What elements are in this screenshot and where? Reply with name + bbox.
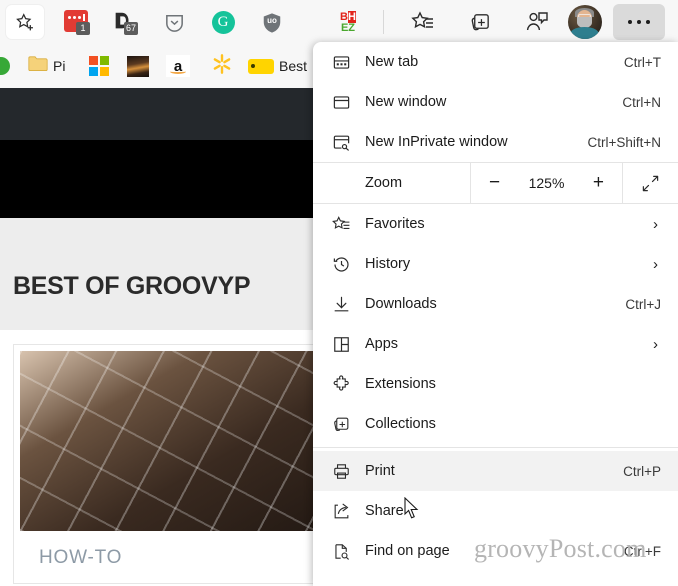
menu-item-collections-label: Collections xyxy=(365,416,436,432)
browser-toolbar: 1 67 G uo BH EZ xyxy=(0,0,678,44)
share-icon xyxy=(326,502,356,521)
photo-thumbnail-icon xyxy=(127,55,149,77)
dashlane-badge-count: 67 xyxy=(124,22,138,35)
downloads-icon xyxy=(326,295,356,314)
apps-icon xyxy=(326,335,356,354)
bookmark-green[interactable] xyxy=(0,52,10,80)
menu-item-extensions-label: Extensions xyxy=(365,376,436,392)
menu-item-downloads[interactable]: Downloads Ctrl+J xyxy=(313,284,678,324)
avatar-body xyxy=(570,27,599,39)
bookmark-walmart[interactable] xyxy=(211,52,233,80)
menu-item-new-window-shortcut: Ctrl+N xyxy=(622,94,661,110)
inprivate-icon xyxy=(326,133,356,152)
zoom-in-button[interactable]: + xyxy=(585,172,611,194)
zoom-controls: − 125% + xyxy=(470,162,623,204)
honey-extension-icon[interactable]: 1 xyxy=(60,6,92,38)
menu-item-new-inprivate-window-label: New InPrivate window xyxy=(365,134,508,150)
favorites-bar-icon[interactable] xyxy=(403,6,443,38)
menu-item-apps-label: Apps xyxy=(365,336,399,352)
profile-icon[interactable] xyxy=(517,6,557,38)
menu-item-print-shortcut: Ctrl+P xyxy=(623,463,661,479)
menu-item-collections[interactable]: Collections xyxy=(313,404,678,444)
menu-item-new-inprivate-window[interactable]: New InPrivate window Ctrl+Shift+N xyxy=(313,122,678,162)
yellow-tag-icon xyxy=(248,58,274,74)
zoom-out-button[interactable]: − xyxy=(482,172,508,194)
menu-item-extensions[interactable]: Extensions xyxy=(313,364,678,404)
mouse-cursor xyxy=(404,496,420,525)
menu-item-favorites-label: Favorites xyxy=(365,216,425,232)
article-category-label: HOW-TO xyxy=(39,547,123,568)
menu-item-new-window[interactable]: New window Ctrl+N xyxy=(313,82,678,122)
star-plus-icon[interactable] xyxy=(6,5,44,39)
new-window-icon xyxy=(326,93,356,112)
green-circle-icon xyxy=(0,57,10,75)
pocket-extension-icon[interactable] xyxy=(158,6,190,38)
menu-item-new-tab-label: New tab xyxy=(365,54,419,70)
collections-icon xyxy=(326,415,356,434)
site-watermark: groovyPost.com xyxy=(474,534,647,563)
menu-item-share[interactable]: Share xyxy=(313,491,678,531)
menu-item-downloads-label: Downloads xyxy=(365,296,437,312)
menu-item-new-tab-shortcut: Ctrl+T xyxy=(623,54,661,70)
bh-photo-extension-icon[interactable]: BH EZ xyxy=(330,6,366,38)
menu-item-downloads-shortcut: Ctrl+J xyxy=(625,296,661,312)
menu-item-print-label: Print xyxy=(365,463,395,479)
grammarly-extension-icon[interactable]: G xyxy=(207,6,239,38)
bookmark-folder-pi[interactable]: Pi xyxy=(28,52,65,80)
browser-window: 1 67 G uo BH EZ Pi a Best BEST OF GROOVY… xyxy=(0,0,678,586)
ellipsis-icon[interactable] xyxy=(613,4,665,40)
extensions-icon xyxy=(326,374,356,394)
chevron-right-icon: › xyxy=(653,255,658,273)
chevron-right-icon: › xyxy=(653,215,658,233)
menu-item-history[interactable]: History › xyxy=(313,244,678,284)
menu-item-new-window-label: New window xyxy=(365,94,447,110)
menu-item-apps[interactable]: Apps › xyxy=(313,324,678,364)
bookmark-amazon[interactable]: a xyxy=(166,52,190,80)
menu-item-history-label: History xyxy=(365,256,411,272)
print-icon xyxy=(326,462,356,481)
bookmark-best-buy[interactable]: Best xyxy=(248,52,307,80)
find-on-page-icon xyxy=(326,542,356,561)
chevron-right-icon: › xyxy=(653,335,658,353)
menu-item-new-tab[interactable]: New tab Ctrl+T xyxy=(313,42,678,82)
zoom-row: Zoom − 125% + xyxy=(313,162,678,204)
menu-item-new-inprivate-window-shortcut: Ctrl+Shift+N xyxy=(587,134,661,150)
walmart-spark-icon xyxy=(211,53,233,80)
edge-settings-menu: New tab Ctrl+T New window Ctrl+N New InP… xyxy=(313,42,678,586)
amazon-icon: a xyxy=(166,55,190,77)
dashlane-extension-icon[interactable]: 67 xyxy=(108,6,140,38)
folder-icon xyxy=(28,55,48,77)
zoom-level-value: 125% xyxy=(528,175,565,191)
zoom-label: Zoom xyxy=(365,175,403,191)
toolbar-divider xyxy=(383,10,384,34)
history-icon xyxy=(326,255,356,274)
favorites-icon xyxy=(326,215,356,234)
menu-item-share-label: Share xyxy=(365,503,404,519)
user-avatar[interactable] xyxy=(568,5,602,39)
menu-item-find-on-page-label: Find on page xyxy=(365,543,450,559)
bookmark-microsoft[interactable] xyxy=(89,52,109,80)
microsoft-logo-icon xyxy=(89,56,109,76)
menu-item-favorites[interactable]: Favorites › xyxy=(313,204,678,244)
honey-badge-count: 1 xyxy=(76,22,90,35)
new-tab-icon xyxy=(326,53,356,72)
menu-item-print[interactable]: Print Ctrl+P xyxy=(313,451,678,491)
page-title: BEST OF GROOVYP xyxy=(13,272,251,300)
bookmark-folder-pi-label: Pi xyxy=(53,58,66,74)
fullscreen-icon[interactable] xyxy=(623,174,678,193)
collections-icon[interactable] xyxy=(460,6,500,38)
menu-divider xyxy=(313,447,678,448)
bookmark-best-buy-label: Best xyxy=(279,58,308,74)
ublock-origin-icon[interactable]: uo xyxy=(256,6,288,38)
bookmark-photo[interactable] xyxy=(127,52,149,80)
